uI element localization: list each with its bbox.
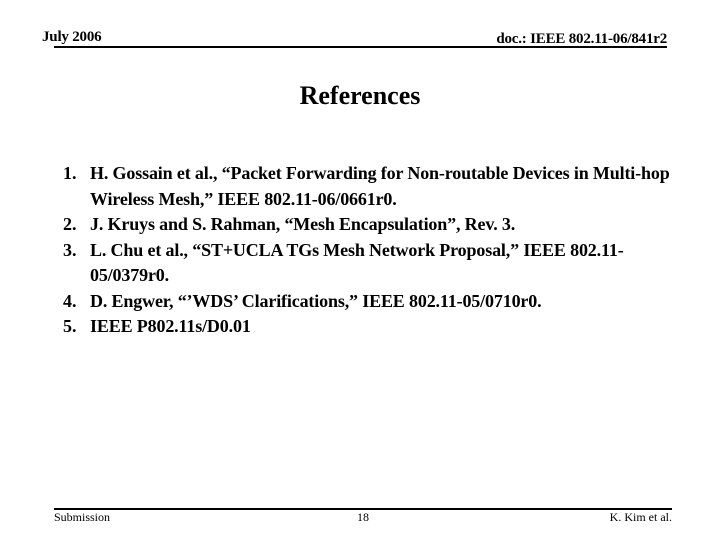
header-date: July 2006 — [42, 29, 102, 45]
reference-number: 3. — [63, 239, 77, 260]
reference-number: 5. — [63, 316, 77, 336]
reference-text: D. Engwer, “’WDS’ Clarifications,” IEEE … — [90, 290, 542, 311]
header-divider — [54, 46, 667, 48]
reference-number: 4. — [63, 290, 77, 311]
slide-title: References — [299, 81, 421, 110]
reference-item: 4. D. Engwer, “’WDS’ Clarifications,” IE… — [63, 289, 683, 315]
footer-submission-label: Submission — [54, 510, 111, 524]
reference-text: H. Gossain et al., “Packet Forwarding fo… — [90, 163, 670, 209]
reference-text: L. Chu et al., “ST+UCLA TGs Mesh Network… — [90, 239, 624, 286]
reference-item: 5. IEEE P802.11s/D0.01 — [63, 314, 683, 340]
reference-number: 1. — [63, 163, 77, 183]
reference-item: 3. L. Chu et al., “ST+UCLA TGs Mesh Netw… — [63, 238, 683, 289]
footer-author: K. Kim et al. — [609, 510, 672, 524]
footer-page-number: 18 — [357, 510, 369, 524]
reference-item: 1. H. Gossain et al., “Packet Forwarding… — [63, 161, 683, 212]
slide: July 2006 doc.: IEEE 802.11-06/841r2 Ref… — [0, 0, 720, 540]
reference-text: IEEE P802.11s/D0.01 — [90, 316, 251, 336]
reference-item: 2. J. Kruys and S. Rahman, “Mesh Encapsu… — [63, 212, 683, 238]
references-list: 1. H. Gossain et al., “Packet Forwarding… — [63, 161, 683, 340]
reference-text: J. Kruys and S. Rahman, “Mesh Encapsulat… — [90, 214, 516, 234]
reference-number: 2. — [63, 214, 77, 234]
